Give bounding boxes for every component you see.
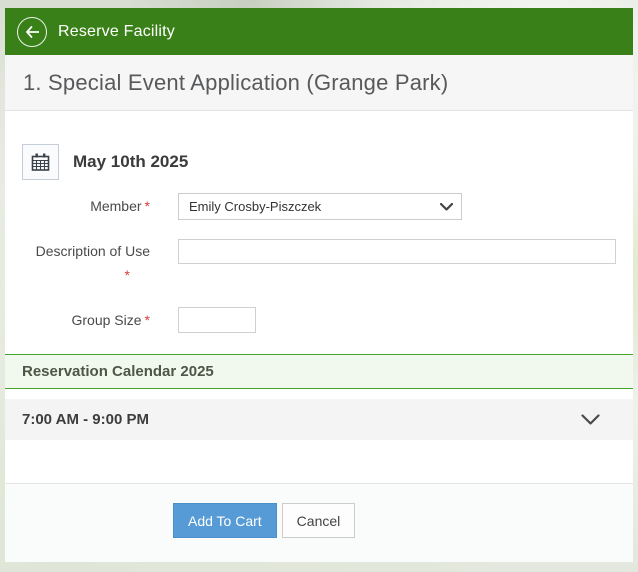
selected-date: May 10th 2025 bbox=[73, 152, 189, 171]
description-label-text: Description of Use bbox=[35, 243, 150, 259]
group-size-field-row: Group Size * bbox=[5, 307, 633, 333]
back-arrow-icon bbox=[25, 25, 40, 38]
member-label-text: Member bbox=[90, 198, 142, 214]
required-marker: * bbox=[144, 312, 150, 328]
page-title-bar: 1. Special Event Application (Grange Par… bbox=[5, 55, 633, 111]
reservation-calendar-header: Reservation Calendar 2025 bbox=[5, 354, 633, 389]
required-marker: * bbox=[124, 267, 130, 283]
group-size-input[interactable] bbox=[178, 307, 256, 333]
calendar-icon bbox=[30, 152, 51, 173]
required-marker: * bbox=[144, 198, 150, 214]
member-select-wrap: Emily Crosby-Piszczek bbox=[178, 193, 462, 220]
member-select[interactable]: Emily Crosby-Piszczek bbox=[178, 193, 462, 220]
reservation-panel: Reserve Facility 1. Special Event Applic… bbox=[5, 8, 633, 562]
cancel-button[interactable]: Cancel bbox=[281, 503, 356, 538]
footer-bar: Add To Cart Cancel bbox=[5, 483, 633, 562]
group-size-label: Group Size * bbox=[5, 307, 151, 333]
description-input[interactable] bbox=[178, 239, 616, 264]
member-field-row: Member * Emily Crosby-Piszczek bbox=[5, 193, 633, 220]
group-size-label-text: Group Size bbox=[71, 312, 142, 328]
page-title: 1. Special Event Application (Grange Par… bbox=[23, 69, 449, 95]
description-field-row: Description of Use * bbox=[5, 239, 633, 283]
date-row: May 10th 2025 bbox=[22, 144, 633, 180]
calendar-button[interactable] bbox=[22, 144, 59, 180]
description-label: Description of Use * bbox=[5, 239, 150, 283]
header-title: Reserve Facility bbox=[58, 22, 176, 40]
member-label: Member * bbox=[5, 193, 150, 220]
add-to-cart-button[interactable]: Add To Cart bbox=[173, 503, 277, 538]
time-slot-label: 7:00 AM - 9:00 PM bbox=[22, 411, 149, 428]
time-slot-accordion[interactable]: 7:00 AM - 9:00 PM bbox=[5, 399, 633, 440]
reservation-calendar-title: Reservation Calendar 2025 bbox=[22, 363, 214, 380]
header-bar: Reserve Facility bbox=[5, 8, 633, 55]
back-button[interactable] bbox=[17, 16, 47, 47]
chevron-down-icon bbox=[581, 414, 600, 425]
